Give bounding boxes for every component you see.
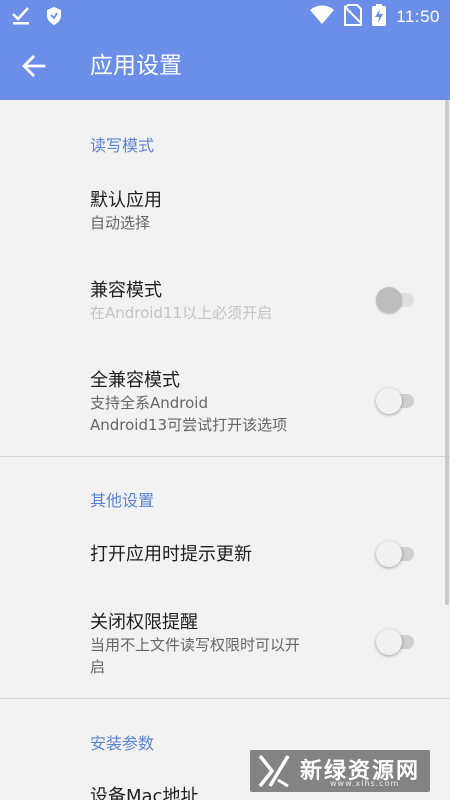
watermark-subtext: www.xlhs.com — [330, 779, 400, 788]
pref-title: 全兼容模式 — [90, 370, 180, 391]
pref-full-compat-mode[interactable]: 全兼容模式 支持全系Android Android13可尝试打开该选项 — [0, 356, 450, 452]
pref-summary-line-2: 启 — [90, 658, 106, 676]
pref-title: 设备Mac地址 — [90, 786, 199, 800]
pref-summary-line-2: Android13可尝试打开该选项 — [90, 416, 288, 434]
status-bar: 11:50 — [0, 0, 450, 32]
screen: 11:50 应用设置 读写模式 默认应用 自动选择 兼容模式 在Android1… — [0, 0, 450, 800]
switch-thumb — [376, 629, 402, 655]
compat-mode-switch[interactable] — [376, 286, 416, 314]
arrow-back-icon — [18, 55, 50, 86]
scrollbar[interactable] — [445, 100, 449, 605]
pref-title: 关闭权限提醒 — [90, 612, 198, 633]
pref-close-permission-reminder[interactable]: 关闭权限提醒 当用不上文件读写权限时可以开 启 — [0, 598, 450, 690]
section-header-rw-mode: 读写模式 — [90, 136, 155, 155]
pref-update-prompt[interactable]: 打开应用时提示更新 — [0, 528, 450, 582]
download-done-icon — [12, 6, 30, 30]
pref-summary-line-1: 支持全系Android — [90, 394, 208, 412]
battery-charging-icon — [372, 4, 387, 30]
divider — [0, 698, 450, 699]
shield-icon — [46, 6, 62, 30]
watermark: 新绿资源网 www.xlhs.com — [250, 750, 430, 792]
pref-compat-mode[interactable]: 兼容模式 在Android11以上必须开启 — [0, 266, 450, 338]
no-sim-icon — [343, 4, 363, 30]
settings-list[interactable]: 读写模式 默认应用 自动选择 兼容模式 在Android11以上必须开启 全兼容… — [0, 100, 450, 800]
app-bar: 应用设置 — [0, 32, 450, 100]
switch-thumb — [376, 287, 402, 313]
page-title: 应用设置 — [90, 53, 182, 79]
pref-title: 默认应用 — [90, 190, 162, 211]
pref-default-app[interactable]: 默认应用 自动选择 — [0, 178, 450, 248]
section-header-other: 其他设置 — [90, 491, 155, 510]
switch-thumb — [376, 388, 402, 414]
pref-summary: 在Android11以上必须开启 — [90, 304, 273, 322]
pref-title: 兼容模式 — [90, 280, 162, 301]
pref-summary: 自动选择 — [90, 214, 151, 232]
watermark-logo-icon — [258, 754, 290, 788]
close-permission-reminder-switch[interactable] — [376, 628, 416, 656]
full-compat-mode-switch[interactable] — [376, 387, 416, 415]
switch-thumb — [376, 541, 402, 567]
pref-summary-line-1: 当用不上文件读写权限时可以开 — [90, 636, 301, 654]
pref-title: 打开应用时提示更新 — [90, 544, 252, 565]
back-button[interactable] — [18, 50, 50, 82]
wifi-icon — [310, 5, 335, 29]
update-prompt-switch[interactable] — [376, 540, 416, 568]
status-time: 11:50 — [396, 7, 440, 26]
divider — [0, 456, 450, 457]
section-header-install-params: 安装参数 — [90, 734, 155, 753]
